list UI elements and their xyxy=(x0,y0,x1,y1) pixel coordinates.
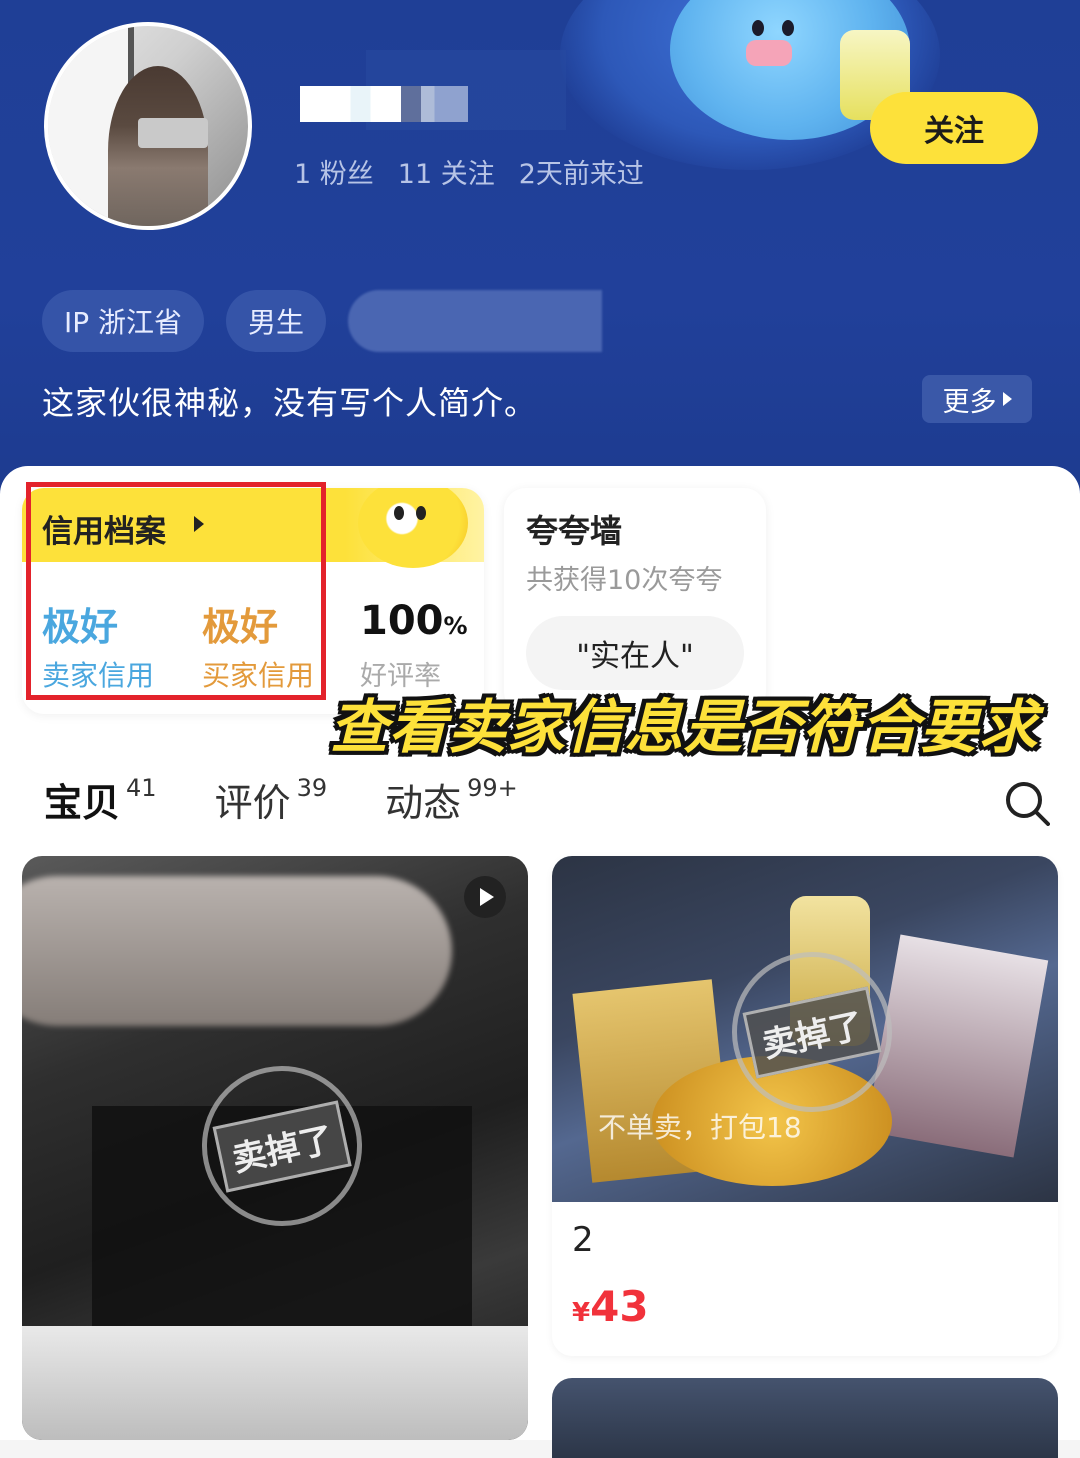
more-button[interactable]: 更多 xyxy=(922,375,1032,423)
last-seen: 2天前来过 xyxy=(518,159,644,190)
tab-activity[interactable]: 动态 99+ xyxy=(385,772,518,827)
highlight-box xyxy=(26,482,326,700)
praise-tag: "实在人" xyxy=(526,616,744,690)
avatar[interactable] xyxy=(44,22,252,230)
tab-items-count: 41 xyxy=(126,774,157,802)
overlay-caption: 查看卖家信息是否符合要求 xyxy=(330,693,1039,761)
product-price: ¥43 xyxy=(572,1282,649,1331)
tab-reviews-label: 评价 xyxy=(214,781,291,825)
sold-out-label: 卖掉了 xyxy=(742,985,882,1079)
tab-activity-label: 动态 xyxy=(385,781,462,825)
followers-count[interactable]: 1 粉丝 xyxy=(294,152,374,191)
bio-text: 这家伙很神秘，没有写个人简介。 xyxy=(42,384,538,422)
sold-out-label: 卖掉了 xyxy=(212,1099,352,1193)
more-label: 更多 xyxy=(942,386,997,418)
product-card[interactable] xyxy=(552,1378,1058,1458)
tab-activity-count: 99+ xyxy=(467,774,518,802)
tab-reviews-count: 39 xyxy=(296,774,328,802)
following-count[interactable]: 11 关注 xyxy=(398,152,495,191)
product-title: 2 xyxy=(572,1220,594,1260)
ip-location-tag: IP 浙江省 xyxy=(42,290,205,352)
product-image: 卖掉了 xyxy=(552,856,1058,1202)
profile-tags: IP 浙江省 男生 xyxy=(42,290,603,352)
profile-stats: 1 粉丝 11 关注 2天前来过 xyxy=(294,152,644,191)
gender-tag: 男生 xyxy=(226,290,327,352)
triangle-right-icon xyxy=(1002,392,1012,406)
play-icon[interactable] xyxy=(464,876,506,918)
product-card[interactable]: 卖掉了 xyxy=(22,856,528,1440)
username-mosaic xyxy=(300,86,468,122)
search-icon[interactable] xyxy=(1004,780,1050,826)
tab-reviews[interactable]: 评价 39 xyxy=(215,772,328,827)
follow-button[interactable]: 关注 xyxy=(870,92,1038,164)
positive-rate-value: 100% xyxy=(360,598,468,644)
blurred-tag xyxy=(348,290,603,352)
praise-wall-title: 夸夸墙 xyxy=(526,512,623,550)
product-image-caption: 不单卖，打包18 xyxy=(598,1111,802,1144)
tab-items-label: 宝贝 xyxy=(44,781,121,825)
content-tabs: 宝贝 41 评价 39 动态 99+ xyxy=(44,772,518,827)
tab-items[interactable]: 宝贝 41 xyxy=(44,772,157,827)
praise-wall-subtitle: 共获得10次夸夸 xyxy=(526,565,723,596)
